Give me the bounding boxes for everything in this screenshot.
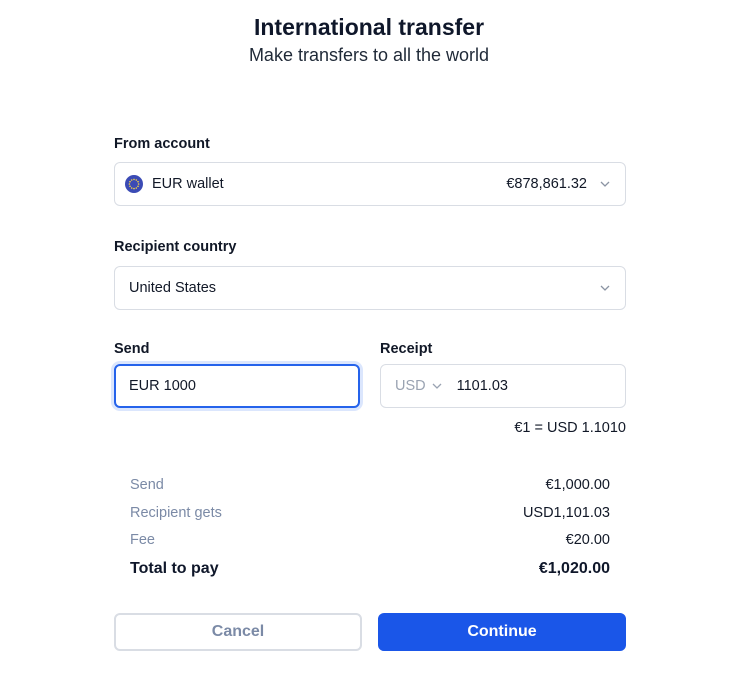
recipient-country-select[interactable]: United States bbox=[114, 266, 626, 310]
recipient-country-label: Recipient country bbox=[114, 239, 237, 255]
wallet-name: EUR wallet bbox=[152, 176, 224, 192]
summary-row-recipient-gets: Recipient gets USD1,101.03 bbox=[130, 505, 610, 521]
continue-button[interactable]: Continue bbox=[378, 613, 626, 651]
chevron-down-icon bbox=[599, 178, 611, 190]
summary-row-fee: Fee €20.00 bbox=[130, 532, 610, 548]
send-label: Send bbox=[114, 341, 150, 357]
receipt-currency-select[interactable]: USD bbox=[395, 378, 443, 394]
summary-label: Recipient gets bbox=[130, 505, 222, 521]
summary-value: €20.00 bbox=[565, 532, 610, 548]
receipt-currency-code: USD bbox=[395, 378, 426, 394]
summary-label: Fee bbox=[130, 532, 155, 548]
summary-row-total: Total to pay €1,020.00 bbox=[130, 560, 610, 578]
summary-value: USD1,101.03 bbox=[522, 505, 610, 521]
send-amount-input[interactable] bbox=[129, 378, 345, 394]
receipt-amount-value: 1101.03 bbox=[456, 378, 508, 394]
summary-value: €1,020.00 bbox=[538, 560, 610, 577]
from-account-label: From account bbox=[114, 136, 210, 152]
page-title: International transfer bbox=[253, 14, 485, 40]
summary-label: Send bbox=[130, 477, 164, 493]
chevron-down-icon bbox=[431, 380, 443, 392]
country-value: United States bbox=[129, 280, 217, 296]
summary-row-send: Send €1,000.00 bbox=[130, 477, 610, 493]
exchange-rate: €1 = USD 1.1010 bbox=[514, 420, 626, 436]
eu-flag-icon bbox=[125, 175, 143, 193]
cancel-button[interactable]: Cancel bbox=[114, 613, 362, 651]
wallet-balance: €878,861.32 bbox=[506, 176, 587, 192]
from-account-select[interactable]: EUR wallet €878,861.32 bbox=[114, 162, 626, 206]
send-amount-field[interactable] bbox=[114, 364, 360, 408]
receipt-amount-field[interactable]: USD 1101.03 bbox=[380, 364, 626, 408]
receipt-label: Receipt bbox=[380, 341, 433, 357]
page-subtitle: Make transfers to all the world bbox=[248, 45, 490, 65]
chevron-down-icon bbox=[599, 282, 611, 294]
summary-value: €1,000.00 bbox=[545, 477, 610, 493]
summary-label: Total to pay bbox=[130, 560, 219, 577]
